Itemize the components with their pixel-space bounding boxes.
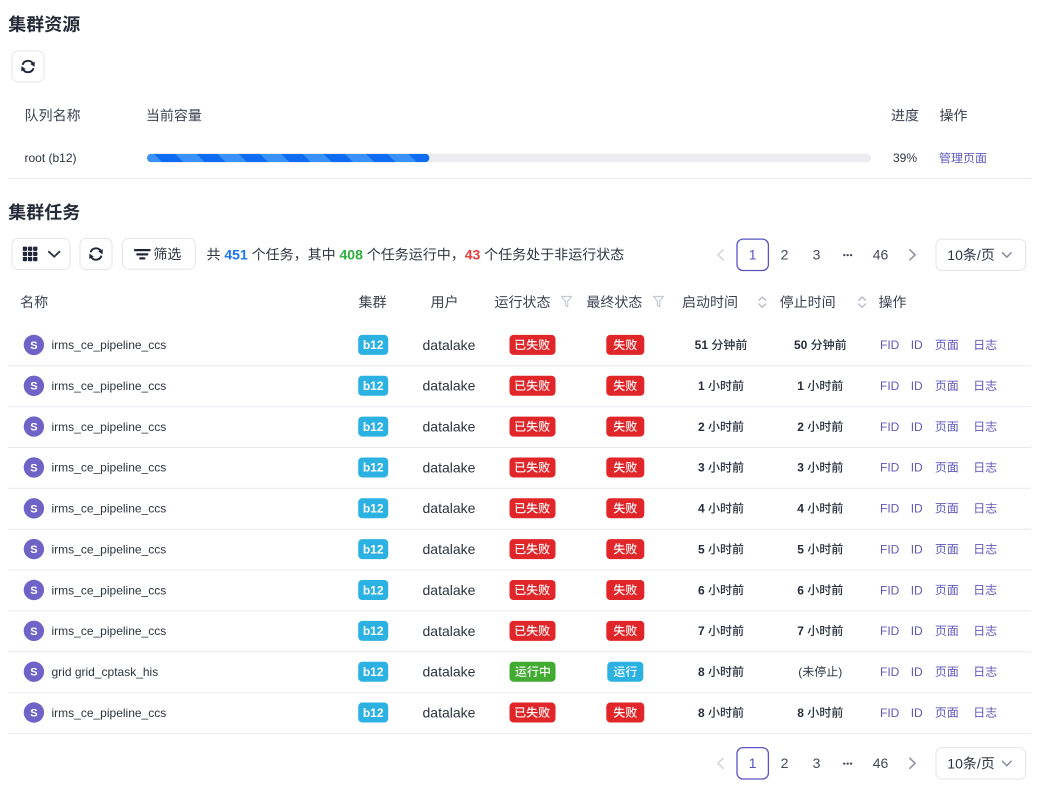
svg-text:irms_ce_pipeline_ccs: irms_ce_pipeline_ccs xyxy=(52,420,167,434)
svg-text:1: 1 xyxy=(749,247,757,263)
svg-text:datalake: datalake xyxy=(423,419,476,435)
svg-text:S: S xyxy=(30,626,37,638)
svg-text:ID: ID xyxy=(911,420,923,434)
svg-text:451: 451 xyxy=(224,246,248,262)
svg-text:irms_ce_pipeline_ccs: irms_ce_pipeline_ccs xyxy=(52,502,167,516)
svg-text:3: 3 xyxy=(797,461,804,475)
svg-text:6: 6 xyxy=(698,583,705,597)
svg-text:datalake: datalake xyxy=(423,623,476,639)
svg-text:S: S xyxy=(30,708,37,720)
svg-text:51: 51 xyxy=(695,338,709,352)
svg-text:irms_ce_pipeline_ccs: irms_ce_pipeline_ccs xyxy=(52,338,167,352)
svg-text:2: 2 xyxy=(781,755,789,771)
svg-text:b12: b12 xyxy=(363,624,384,638)
svg-text:b12: b12 xyxy=(363,379,384,393)
svg-text:ID: ID xyxy=(911,583,923,597)
svg-text:4: 4 xyxy=(698,502,705,516)
svg-text:6: 6 xyxy=(797,583,804,597)
svg-text:datalake: datalake xyxy=(423,337,476,353)
svg-text:7: 7 xyxy=(698,624,705,638)
svg-text:b12: b12 xyxy=(363,461,384,475)
svg-text:/: / xyxy=(977,247,981,263)
svg-text:b12: b12 xyxy=(363,338,384,352)
svg-text:FID: FID xyxy=(880,379,900,393)
svg-text:1: 1 xyxy=(749,755,757,771)
svg-text:datalake: datalake xyxy=(423,582,476,598)
svg-text:irms_ce_pipeline_ccs: irms_ce_pipeline_ccs xyxy=(52,583,167,597)
svg-text:5: 5 xyxy=(797,542,804,556)
svg-text:datalake: datalake xyxy=(423,500,476,516)
svg-text:ID: ID xyxy=(911,379,923,393)
svg-text:FID: FID xyxy=(880,624,900,638)
svg-text:46: 46 xyxy=(873,755,889,771)
svg-text:3: 3 xyxy=(813,755,821,771)
svg-text:2: 2 xyxy=(698,420,705,434)
svg-text:FID: FID xyxy=(880,502,900,516)
svg-text:irms_ce_pipeline_ccs: irms_ce_pipeline_ccs xyxy=(52,706,167,720)
svg-text:S: S xyxy=(30,667,37,679)
svg-text:50: 50 xyxy=(794,338,808,352)
svg-text:irms_ce_pipeline_ccs: irms_ce_pipeline_ccs xyxy=(52,379,167,393)
svg-text:8: 8 xyxy=(698,706,705,720)
svg-text:datalake: datalake xyxy=(423,664,476,680)
svg-text:b12: b12 xyxy=(363,420,384,434)
svg-text:43: 43 xyxy=(465,246,481,262)
svg-text:irms_ce_pipeline_ccs: irms_ce_pipeline_ccs xyxy=(52,624,167,638)
svg-text:4: 4 xyxy=(797,502,804,516)
svg-text:FID: FID xyxy=(880,461,900,475)
svg-text:FID: FID xyxy=(880,420,900,434)
svg-text:S: S xyxy=(30,503,37,515)
svg-text:5: 5 xyxy=(698,542,705,556)
svg-text:): ) xyxy=(838,665,842,679)
svg-text:b12: b12 xyxy=(363,706,384,720)
svg-text:1: 1 xyxy=(698,379,705,393)
svg-text:39%: 39% xyxy=(893,151,917,165)
svg-text:irms_ce_pipeline_ccs: irms_ce_pipeline_ccs xyxy=(52,542,167,556)
svg-text:b12: b12 xyxy=(363,542,384,556)
svg-text:S: S xyxy=(30,422,37,434)
svg-text:b12: b12 xyxy=(363,665,384,679)
svg-text:10: 10 xyxy=(947,755,963,771)
svg-text:irms_ce_pipeline_ccs: irms_ce_pipeline_ccs xyxy=(52,461,167,475)
svg-text:ID: ID xyxy=(911,624,923,638)
svg-text:b12: b12 xyxy=(363,583,384,597)
svg-text:8: 8 xyxy=(698,665,705,679)
svg-text:S: S xyxy=(30,585,37,597)
svg-text:root (b12): root (b12) xyxy=(25,151,77,165)
svg-text:S: S xyxy=(30,544,37,556)
svg-text:7: 7 xyxy=(797,624,804,638)
svg-text:ID: ID xyxy=(911,542,923,556)
svg-text:2: 2 xyxy=(797,420,804,434)
svg-text:1: 1 xyxy=(797,379,804,393)
svg-text:FID: FID xyxy=(880,583,900,597)
svg-text:FID: FID xyxy=(880,706,900,720)
svg-text:3: 3 xyxy=(813,247,821,263)
svg-text:grid grid_cptask_his: grid grid_cptask_his xyxy=(52,665,159,679)
svg-text:S: S xyxy=(30,462,37,474)
svg-text:(: ( xyxy=(798,665,802,679)
svg-text:408: 408 xyxy=(340,246,364,262)
svg-text:/: / xyxy=(977,755,981,771)
svg-text:ID: ID xyxy=(911,338,923,352)
svg-text:datalake: datalake xyxy=(423,459,476,475)
svg-text:ID: ID xyxy=(911,706,923,720)
svg-text:10: 10 xyxy=(947,247,963,263)
svg-text:FID: FID xyxy=(880,542,900,556)
svg-text:S: S xyxy=(30,340,37,352)
svg-text:ID: ID xyxy=(911,461,923,475)
svg-text:46: 46 xyxy=(873,247,889,263)
svg-text:FID: FID xyxy=(880,338,900,352)
svg-text:datalake: datalake xyxy=(423,704,476,720)
svg-text:ID: ID xyxy=(911,502,923,516)
svg-text:FID: FID xyxy=(880,665,900,679)
svg-text:8: 8 xyxy=(797,706,804,720)
svg-text:datalake: datalake xyxy=(423,378,476,394)
svg-text:S: S xyxy=(30,381,37,393)
svg-text:datalake: datalake xyxy=(423,541,476,557)
svg-text:b12: b12 xyxy=(363,502,384,516)
svg-text:ID: ID xyxy=(911,665,923,679)
svg-text:2: 2 xyxy=(781,247,789,263)
svg-text:3: 3 xyxy=(698,461,705,475)
